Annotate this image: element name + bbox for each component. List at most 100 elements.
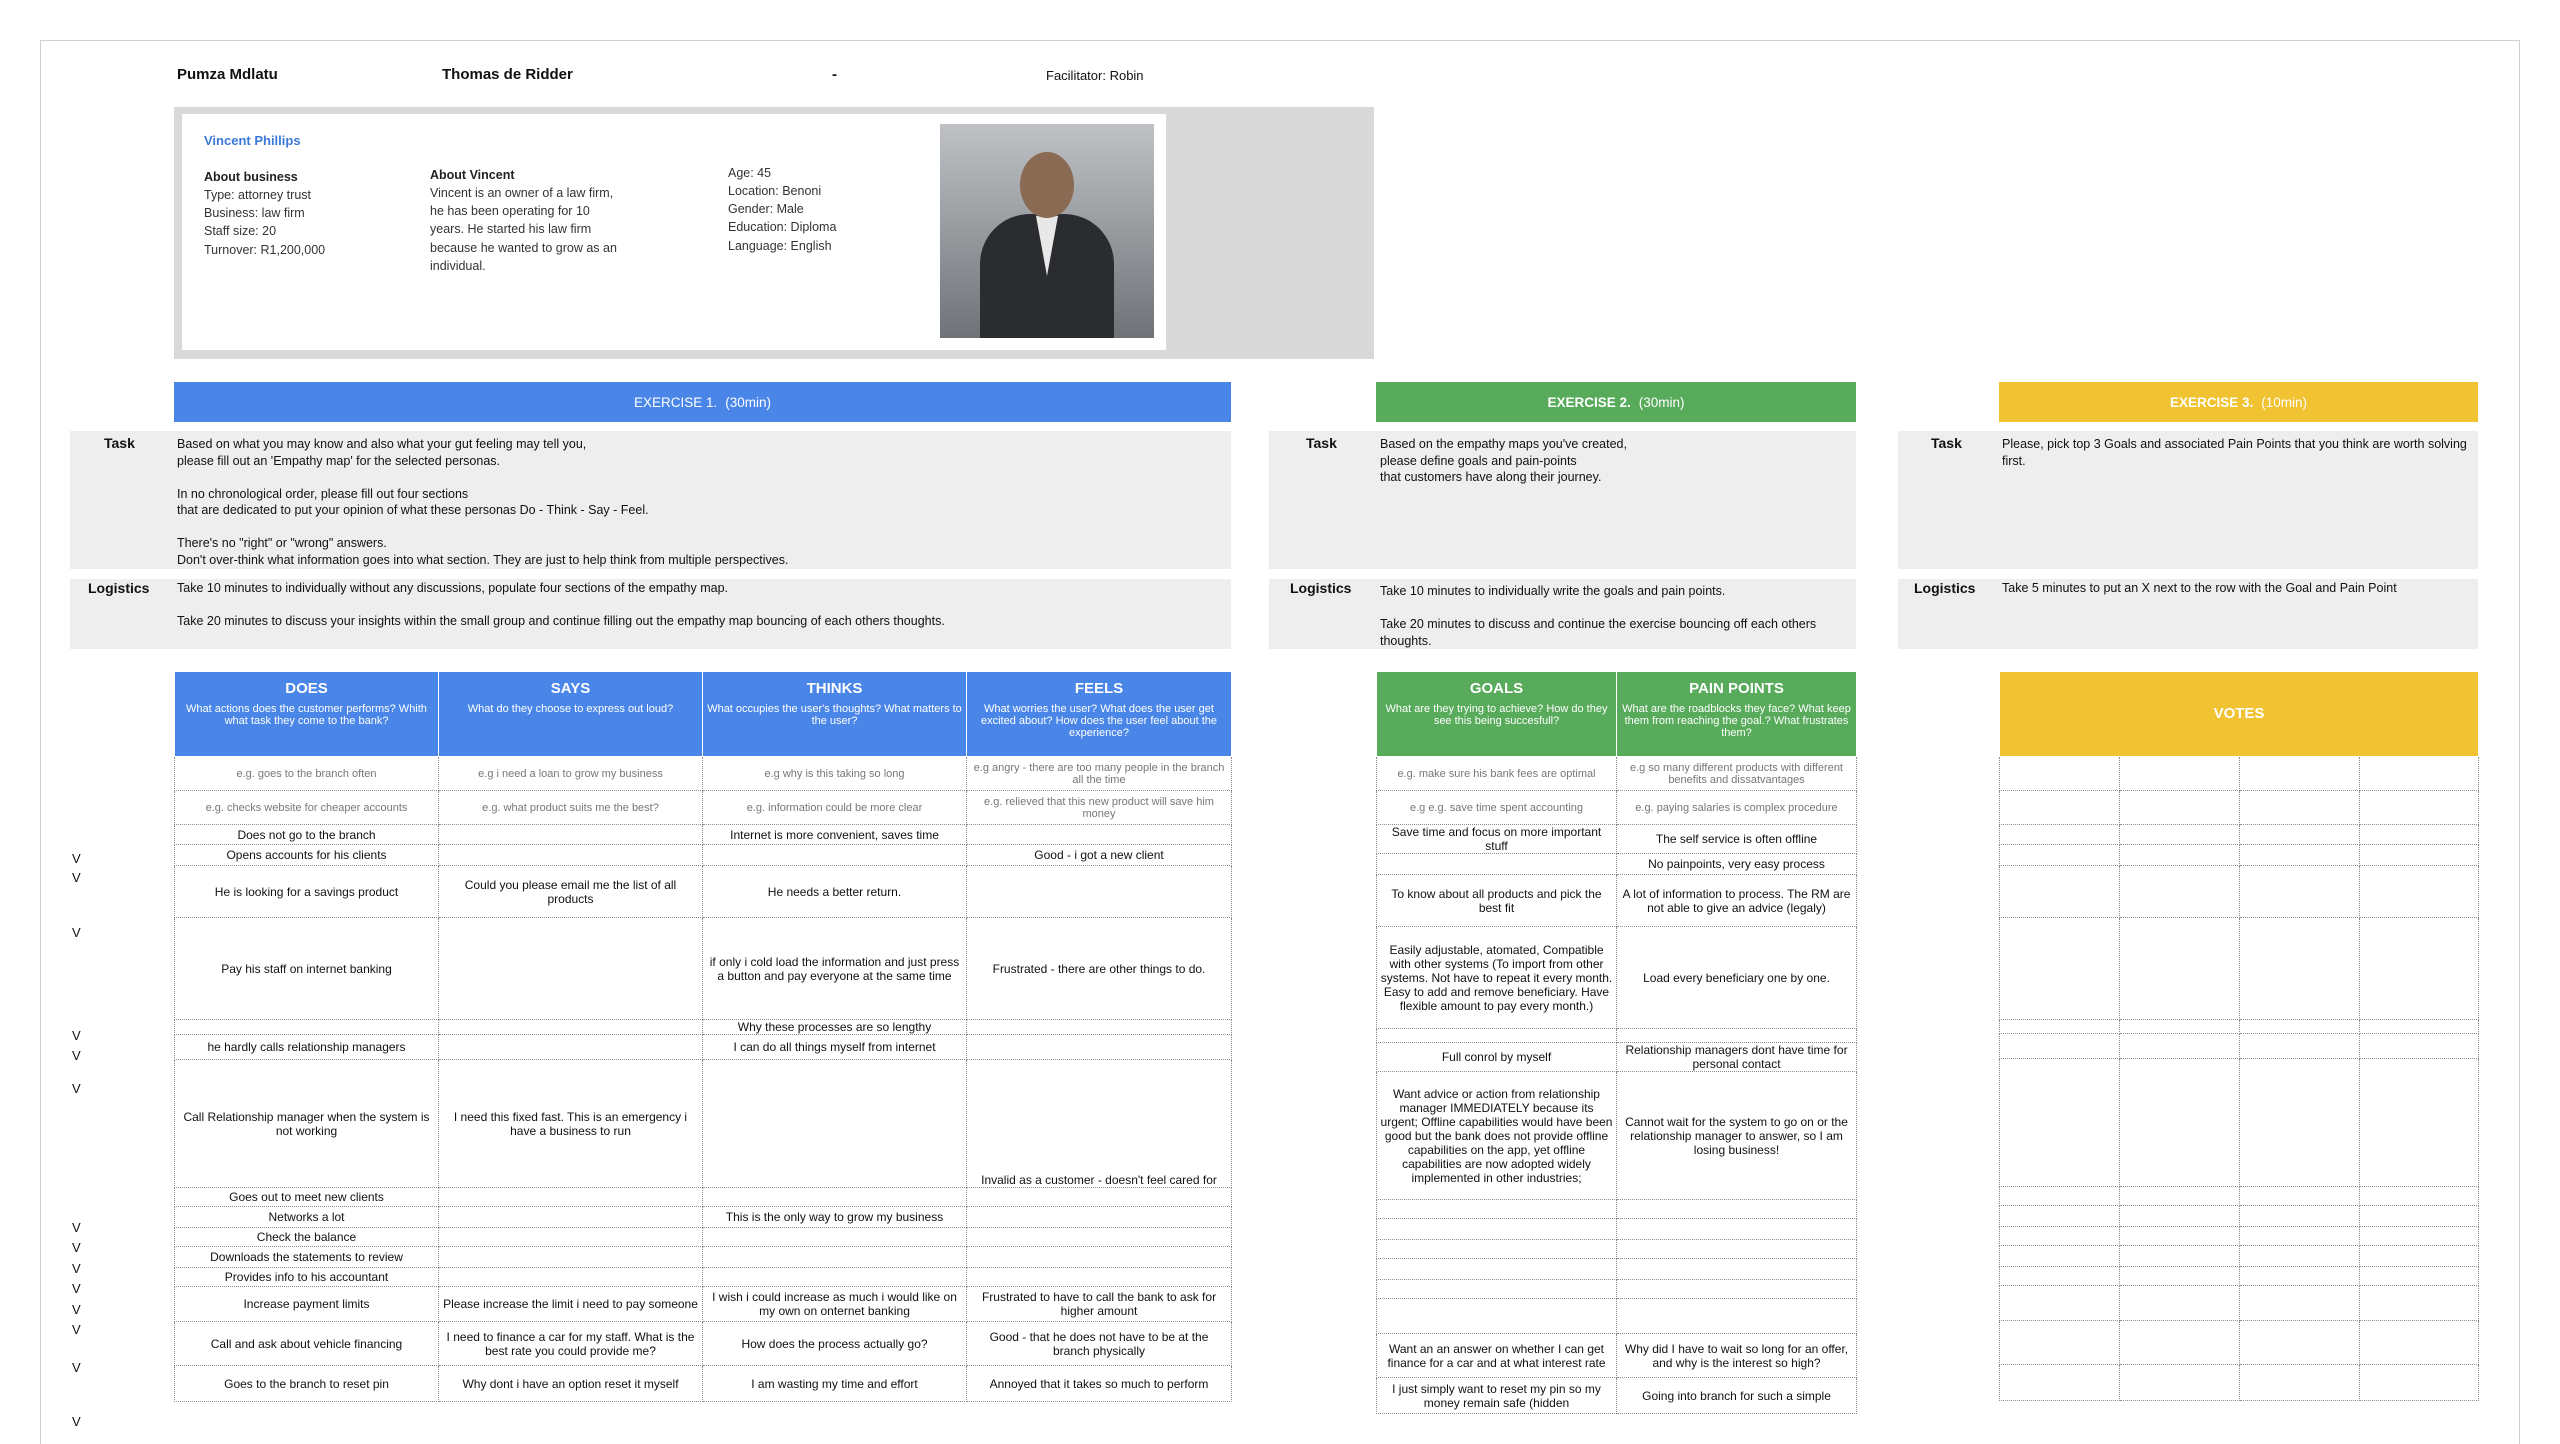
table-cell[interactable] (966, 1034, 1232, 1060)
table-cell[interactable]: Full conrol by myself (1376, 1042, 1617, 1072)
table-cell[interactable] (1616, 1199, 1857, 1219)
vote-cell[interactable] (1999, 1033, 2120, 1059)
vote-cell[interactable] (2358, 1033, 2480, 1059)
table-cell[interactable] (438, 844, 703, 866)
table-cell[interactable] (438, 1267, 703, 1287)
table-cell[interactable] (438, 1187, 703, 1207)
vote-cell[interactable] (2358, 1245, 2480, 1267)
table-cell[interactable]: Call and ask about vehicle financing (174, 1321, 439, 1366)
vote-cell[interactable] (2358, 1285, 2480, 1321)
table-cell[interactable]: Frustrated to have to call the bank to a… (966, 1286, 1232, 1322)
table-cell[interactable] (1616, 1298, 1857, 1334)
table-cell[interactable]: No painpoints, very easy process (1616, 853, 1857, 875)
example-cell[interactable]: e.g. paying salaries is complex procedur… (1616, 790, 1857, 825)
table-cell[interactable]: Why these processes are so lengthy (702, 1019, 967, 1035)
table-cell[interactable]: To know about all products and pick the … (1376, 874, 1617, 927)
table-cell[interactable] (1376, 853, 1617, 875)
example-cell[interactable]: e.g. relieved that this new product will… (966, 790, 1232, 825)
table-cell[interactable]: Going into branch for such a simple (1616, 1377, 1857, 1414)
table-cell[interactable]: Internet is more convenient, saves time (702, 824, 967, 845)
table-cell[interactable]: Want an an answer on whether I can get f… (1376, 1333, 1617, 1378)
table-cell[interactable]: I wish i could increase as much i would … (702, 1286, 967, 1322)
example-cell[interactable]: e.g. make sure his bank fees are optimal (1376, 756, 1617, 791)
table-cell[interactable]: Easily adjustable, atomated, Compatible … (1376, 926, 1617, 1029)
example-cell[interactable]: e.g. information could be more clear (702, 790, 967, 825)
table-cell[interactable]: Provides info to his accountant (174, 1267, 439, 1287)
table-cell[interactable] (438, 1019, 703, 1035)
table-cell[interactable]: A lot of information to process. The RM … (1616, 874, 1857, 927)
vote-cell[interactable] (2358, 1019, 2480, 1034)
vote-cell[interactable] (2358, 790, 2480, 825)
table-cell[interactable]: I need to finance a car for my staff. Wh… (438, 1321, 703, 1366)
table-cell[interactable] (702, 1059, 967, 1188)
table-cell[interactable] (966, 1206, 1232, 1228)
vote-cell[interactable] (2239, 824, 2360, 845)
table-cell[interactable]: Downloads the statements to review (174, 1246, 439, 1268)
vote-cell[interactable] (1999, 1364, 2120, 1401)
table-cell[interactable] (1616, 1279, 1857, 1299)
vote-cell[interactable] (2239, 865, 2360, 918)
table-cell[interactable] (1616, 1028, 1857, 1043)
table-cell[interactable]: Good - that he does not have to be at th… (966, 1321, 1232, 1366)
vote-cell[interactable] (2358, 1320, 2480, 1365)
vote-cell[interactable] (2239, 1245, 2360, 1267)
table-cell[interactable]: I just simply want to reset my pin so my… (1376, 1377, 1617, 1414)
vote-cell[interactable] (2119, 1226, 2240, 1246)
table-cell[interactable]: Goes to the branch to reset pin (174, 1365, 439, 1402)
vote-cell[interactable] (2358, 1266, 2480, 1286)
vote-cell[interactable] (2239, 1285, 2360, 1321)
table-cell[interactable]: How does the process actually go? (702, 1321, 967, 1366)
table-cell[interactable]: Why dont i have an option reset it mysel… (438, 1365, 703, 1402)
table-cell[interactable] (702, 1187, 967, 1207)
table-cell[interactable]: Cannot wait for the system to go on or t… (1616, 1071, 1857, 1200)
table-cell[interactable] (966, 1227, 1232, 1247)
table-cell[interactable] (702, 1246, 967, 1268)
vote-cell[interactable] (2119, 1245, 2240, 1267)
example-cell[interactable]: e.g why is this taking so long (702, 756, 967, 791)
table-cell[interactable] (438, 1227, 703, 1247)
table-cell[interactable] (1376, 1239, 1617, 1259)
vote-cell[interactable] (2239, 917, 2360, 1020)
vote-cell[interactable] (2358, 1205, 2480, 1227)
table-cell[interactable]: He needs a better return. (702, 865, 967, 918)
table-cell[interactable]: Could you please email me the list of al… (438, 865, 703, 918)
example-cell[interactable]: e.g angry - there are too many people in… (966, 756, 1232, 791)
vote-cell[interactable] (2119, 1266, 2240, 1286)
table-cell[interactable] (702, 1267, 967, 1287)
table-cell[interactable] (1376, 1199, 1617, 1219)
vote-cell[interactable] (1999, 1186, 2120, 1206)
vote-cell[interactable] (1999, 1226, 2120, 1246)
table-cell[interactable] (1376, 1258, 1617, 1280)
vote-cell[interactable] (2119, 1320, 2240, 1365)
table-cell[interactable]: Check the balance (174, 1227, 439, 1247)
table-cell[interactable]: I am wasting my time and effort (702, 1365, 967, 1402)
vote-cell[interactable] (2358, 917, 2480, 1020)
table-cell[interactable]: Increase payment limits (174, 1286, 439, 1322)
vote-cell[interactable] (2358, 1058, 2480, 1187)
vote-cell[interactable] (2239, 1226, 2360, 1246)
table-cell[interactable] (1616, 1239, 1857, 1259)
table-cell[interactable]: Frustrated - there are other things to d… (966, 917, 1232, 1020)
vote-cell[interactable] (2239, 1033, 2360, 1059)
table-cell[interactable]: The self service is often offline (1616, 824, 1857, 854)
table-cell[interactable] (966, 1019, 1232, 1035)
table-cell[interactable] (966, 1187, 1232, 1207)
table-cell[interactable]: Please increase the limit i need to pay … (438, 1286, 703, 1322)
table-cell[interactable]: Good - i got a new client (966, 844, 1232, 866)
table-cell[interactable]: Does not go to the branch (174, 824, 439, 845)
vote-cell[interactable] (1999, 756, 2120, 791)
table-cell[interactable]: Save time and focus on more important st… (1376, 824, 1617, 854)
vote-cell[interactable] (2119, 1186, 2240, 1206)
table-cell[interactable] (1376, 1218, 1617, 1240)
table-cell[interactable] (174, 1019, 439, 1035)
vote-cell[interactable] (2239, 1019, 2360, 1034)
table-cell[interactable] (966, 824, 1232, 845)
table-cell[interactable] (438, 824, 703, 845)
vote-cell[interactable] (2119, 1285, 2240, 1321)
vote-cell[interactable] (1999, 1285, 2120, 1321)
vote-cell[interactable] (1999, 824, 2120, 845)
vote-cell[interactable] (1999, 1266, 2120, 1286)
table-cell[interactable]: Load every beneficiary one by one. (1616, 926, 1857, 1029)
vote-cell[interactable] (2358, 824, 2480, 845)
vote-cell[interactable] (2239, 790, 2360, 825)
